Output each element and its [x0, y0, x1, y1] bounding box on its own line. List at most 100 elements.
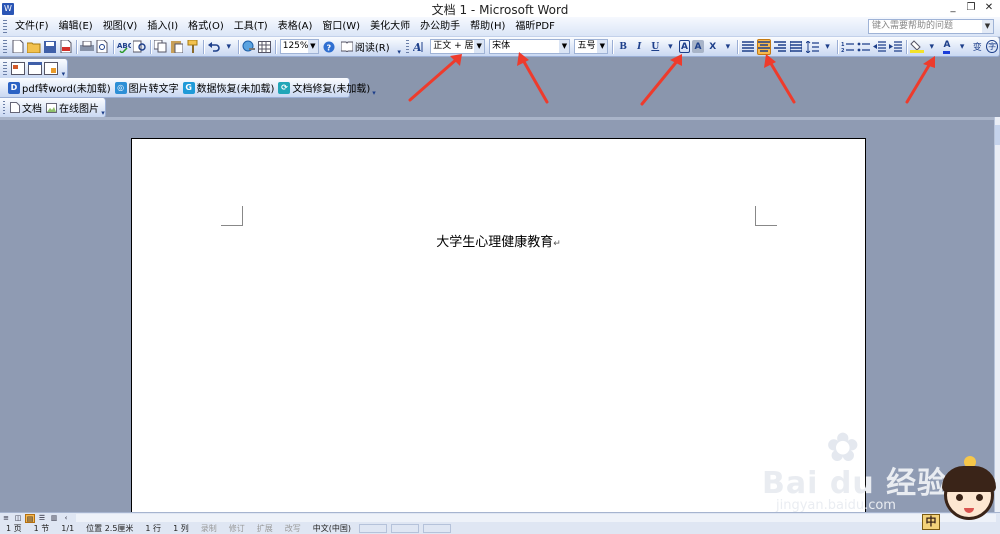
new-document-icon[interactable]	[11, 39, 25, 55]
plugin-image-to-text[interactable]: ◎ 图片转文字	[114, 80, 179, 95]
table-style-icon[interactable]	[44, 61, 59, 77]
document-page[interactable]: 大学生心理健康教育↵	[131, 138, 866, 518]
reading-layout-icon[interactable]: ▥	[49, 514, 59, 523]
scroll-left-icon[interactable]: ‹	[61, 514, 71, 523]
menu-foxit-pdf[interactable]: 福昕PDF	[510, 18, 559, 36]
toolbar-separator	[75, 39, 77, 54]
scroll-thumb[interactable]	[995, 125, 1000, 145]
plugin-data-recovery[interactable]: G 数据恢复(未加载)	[182, 80, 274, 95]
annotation-arrow	[764, 54, 796, 104]
tables-toolbar: ▾	[0, 59, 68, 79]
zoom-select[interactable]: 125% ▼	[279, 39, 319, 54]
save-icon[interactable]	[43, 39, 57, 55]
zoom-value: 125%	[282, 41, 309, 51]
standard-toolbar: ABC ▾ 125% ▼ ? 阅读(R) ▾ A 正文 + 居中 ▼ 宋体 ▼ …	[0, 37, 1000, 57]
plugin-document-repair[interactable]: ⟳ 文档修复(未加载)	[278, 80, 370, 95]
print-icon[interactable]	[79, 39, 94, 55]
bullets-icon[interactable]	[857, 39, 871, 55]
hyperlink-icon[interactable]	[242, 39, 256, 55]
toolbar-grip[interactable]	[3, 61, 7, 76]
document-repair-icon: ⟳	[278, 81, 291, 94]
pdf-to-word-icon: D	[8, 81, 20, 94]
status-column: 1 列	[173, 524, 189, 533]
minimize-button[interactable]: _	[946, 1, 960, 15]
print-preview-icon[interactable]	[96, 39, 110, 55]
open-folder-icon[interactable]	[26, 39, 41, 55]
numbering-icon[interactable]: 12	[841, 39, 855, 55]
ime-avatar[interactable]: 中	[922, 456, 998, 534]
toolbar-separator	[836, 39, 838, 54]
toolbar-options-icon[interactable]: ▾	[60, 60, 67, 78]
ime-mode-badge[interactable]: 中	[922, 514, 940, 530]
menu-table[interactable]: 表格(A)	[273, 18, 318, 36]
toolbar-separator	[237, 39, 239, 54]
table-tool-icon[interactable]	[11, 61, 26, 77]
research-icon[interactable]	[133, 39, 147, 55]
menu-view[interactable]: 视图(V)	[98, 18, 143, 36]
print-layout-icon[interactable]: ▤	[25, 513, 35, 523]
toolbar-separator	[149, 39, 151, 54]
bold-button[interactable]: B	[616, 39, 630, 55]
undo-icon[interactable]	[207, 39, 221, 55]
docs-button[interactable]: 文档	[10, 100, 42, 115]
menu-edit[interactable]: 编辑(E)	[54, 18, 98, 36]
normal-view-icon[interactable]: ≡	[1, 514, 11, 523]
menu-office-assistant[interactable]: 办公助手	[415, 18, 465, 36]
status-revision[interactable]: 修订	[223, 523, 251, 534]
toolbar-grip[interactable]	[3, 39, 7, 54]
documents-toolbar: 文档 在线图片 ▾	[0, 98, 106, 118]
chevron-down-icon[interactable]: ▼	[307, 40, 318, 53]
menu-tools[interactable]: 工具(T)	[229, 18, 273, 36]
status-overtype[interactable]: 改写	[279, 523, 307, 534]
menu-insert[interactable]: 插入(I)	[142, 18, 183, 36]
restore-button[interactable]: ❐	[964, 1, 978, 15]
status-language[interactable]: 中文(中国)	[307, 523, 357, 534]
chevron-down-icon[interactable]: ▼	[982, 20, 993, 33]
chevron-down-icon[interactable]: ▼	[597, 40, 608, 53]
plugin-pdf-to-word[interactable]: D pdf转word(未加载)	[8, 80, 111, 95]
copy-icon[interactable]	[154, 39, 168, 55]
menu-grip[interactable]	[3, 19, 7, 34]
font-size-select[interactable]: 五号 ▼	[574, 39, 609, 54]
increase-indent-icon[interactable]	[889, 39, 903, 55]
menu-help[interactable]: 帮助(H)	[465, 18, 510, 36]
menu-format[interactable]: 格式(O)	[183, 18, 229, 36]
web-layout-icon[interactable]: ◫	[13, 514, 23, 523]
spelling-check-icon[interactable]: ABC	[117, 39, 131, 55]
menu-beautify[interactable]: 美化大师	[365, 18, 415, 36]
outline-view-icon[interactable]: ☰	[37, 514, 47, 523]
status-record[interactable]: 录制	[195, 523, 223, 534]
format-painter-icon[interactable]	[186, 39, 200, 55]
insert-table-icon[interactable]	[258, 39, 272, 55]
menu-window[interactable]: 窗口(W)	[317, 18, 365, 36]
close-button[interactable]: ✕	[982, 1, 996, 15]
menu-file[interactable]: 文件(F)	[10, 18, 54, 36]
table-layout-icon[interactable]	[27, 61, 42, 77]
document-text[interactable]: 大学生心理健康教育↵	[132, 231, 865, 250]
toolbar-options-icon[interactable]: ▾	[396, 38, 403, 56]
scale-dropdown-icon[interactable]: ▾	[722, 39, 734, 55]
pdf-export-icon[interactable]	[59, 39, 73, 55]
help-search-input[interactable]: 键入需要帮助的问题 ▼	[868, 19, 994, 34]
toolbar-options-icon[interactable]: ▾	[101, 99, 105, 117]
toolbar-options-icon[interactable]: ▾	[372, 79, 376, 97]
avatar-hair	[942, 466, 996, 492]
enclose-characters-button[interactable]: 字	[986, 40, 998, 53]
line-spacing-dropdown-icon[interactable]: ▾	[821, 39, 833, 55]
undo-dropdown-icon[interactable]: ▾	[223, 39, 235, 55]
horizontal-scrollbar[interactable]	[76, 514, 996, 522]
online-images-button[interactable]: 在线图片	[46, 100, 99, 115]
paragraph-mark: ↵	[553, 239, 561, 249]
paste-icon[interactable]	[170, 39, 184, 55]
toolbar-separator	[737, 39, 738, 54]
toolbar-grip[interactable]	[3, 100, 5, 115]
avatar-eye	[956, 494, 963, 501]
status-extend[interactable]: 扩展	[251, 523, 279, 534]
decrease-indent-icon[interactable]	[873, 39, 887, 55]
read-mode-button[interactable]: 阅读(R)	[340, 39, 390, 54]
vertical-scrollbar[interactable]	[994, 117, 1000, 512]
toolbar-separator	[274, 39, 276, 54]
document-heading[interactable]: 大学生心理健康教育	[436, 235, 553, 250]
help-search-placeholder: 键入需要帮助的问题	[872, 21, 954, 31]
help-icon[interactable]: ?	[322, 39, 336, 55]
